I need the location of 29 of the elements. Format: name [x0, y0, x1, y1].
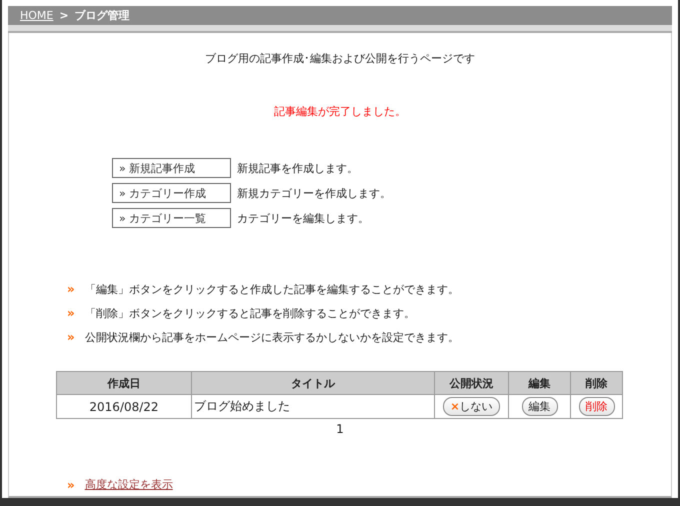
edit-button[interactable]: 編集 [522, 397, 558, 416]
column-header: タイトル [192, 372, 434, 394]
action-description: 新規記事を作成します。 [237, 160, 358, 176]
action-button[interactable]: » 新規記事作成 [112, 158, 231, 178]
column-header: 削除 [570, 372, 622, 394]
action-description: 新規カテゴリーを作成します。 [237, 186, 391, 200]
page-number[interactable]: 1 [336, 422, 344, 436]
table-cell: ブログ始めました [192, 394, 434, 418]
action-description: カテゴリーを編集します。 [237, 210, 369, 226]
bullet-icon: » [67, 306, 75, 320]
action-button[interactable]: » カテゴリー一覧 [112, 208, 231, 228]
column-header: 公開状況 [434, 372, 508, 394]
column-header: 作成日 [56, 372, 192, 394]
status-button[interactable]: ×しない [443, 397, 500, 416]
page-description: ブログ用の記事作成･編集および公開を行うページです [204, 51, 476, 66]
bullet-icon: » [67, 330, 75, 344]
bullet-icon: » [67, 478, 75, 492]
table-cell: 2016/08/22 [56, 394, 192, 418]
success-message: 記事編集が完了しました。 [273, 104, 407, 119]
column-header: 編集 [508, 372, 570, 394]
breadcrumb-current: ブログ管理 [74, 8, 130, 23]
hint-text: 「編集」ボタンをクリックすると作成した記事を編集することができます。 [84, 282, 459, 296]
breadcrumb-separator: > [59, 9, 69, 22]
delete-button[interactable]: 削除 [578, 397, 614, 416]
action-button[interactable]: » カテゴリー作成 [112, 183, 231, 203]
hint-text: 「削除」ボタンをクリックすると記事を削除することができます。 [84, 306, 415, 320]
hint-text: 公開状況欄から記事をホームページに表示するかしないかを設定できます。 [84, 330, 459, 344]
bullet-icon: » [67, 282, 75, 296]
advanced-settings-link[interactable]: 高度な設定を表示 [84, 477, 173, 492]
